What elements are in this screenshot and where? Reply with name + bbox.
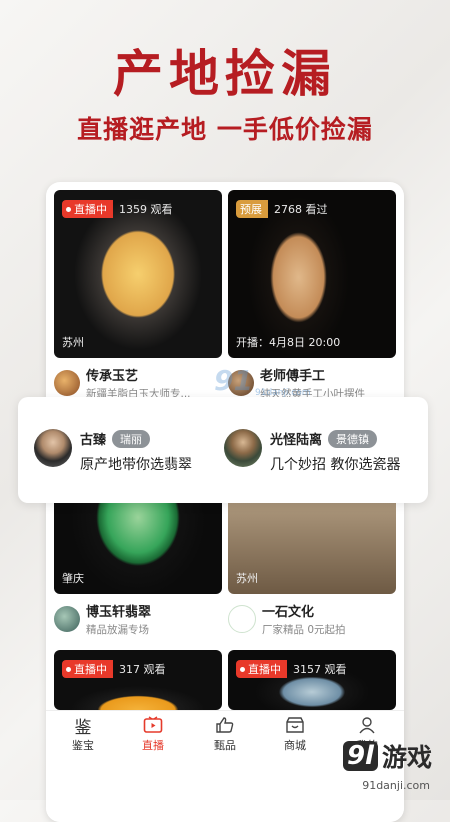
thumbs-up-icon — [196, 715, 254, 735]
nav-item-shop[interactable]: 商城 — [266, 715, 324, 753]
host-name: 光怪陆离 — [270, 433, 323, 448]
corner-logo: 9l 游戏 — [342, 738, 432, 774]
watermark-site: 91danji.com — [255, 388, 311, 398]
live-tv-icon — [124, 715, 182, 735]
live-badge: 直播中 3157 观看 — [236, 660, 353, 678]
start-time: 开播：4月8日 20:00 — [236, 336, 341, 349]
watermark-mark: 91 — [214, 364, 253, 397]
nav-item-zhenpin[interactable]: 甄品 — [196, 715, 254, 753]
preview-badge: 预展 2768 看过 — [236, 200, 334, 218]
shop-name: 传承玉艺 — [86, 369, 139, 384]
host-recommendation-panel: 古臻 瑞丽 原产地带你选翡翠 光怪陆离 景德镇 几个妙招 教你选瓷器 — [18, 397, 428, 503]
live-card[interactable]: 直播中 317 观看 — [54, 650, 222, 710]
hero-title: 产地捡漏 — [113, 44, 337, 103]
jianbao-icon: 鉴 — [74, 717, 92, 738]
host-avatar — [34, 429, 72, 467]
host-desc: 原产地带你选翡翠 — [80, 457, 192, 473]
host-desc: 几个妙招 教你选瓷器 — [270, 457, 401, 473]
view-count: 3157 — [293, 663, 321, 676]
card-image: 直播中 317 观看 — [54, 650, 222, 710]
view-count: 2768 — [274, 203, 302, 216]
nav-item-jianbao[interactable]: 鉴 鉴宝 — [54, 715, 112, 753]
card-image: 预展 2768 看过 开播：4月8日 20:00 — [228, 190, 396, 358]
nav-item-live[interactable]: 直播 — [124, 715, 182, 753]
view-count: 317 — [119, 663, 140, 676]
avatar — [54, 370, 80, 396]
avatar — [54, 606, 80, 632]
logo-site: 91danji.com — [362, 779, 430, 792]
live-badge: 直播中 317 观看 — [62, 660, 172, 678]
logo-mark: 9l — [342, 741, 378, 771]
shop-name: 博玉轩翡翠 — [86, 605, 152, 620]
shop-name: 老师傅手工 — [260, 369, 326, 384]
hero-subtitle: 直播逛产地 一手低价捡漏 — [77, 115, 373, 144]
card-image: 直播中 3157 观看 — [228, 650, 396, 710]
host-avatar — [224, 429, 262, 467]
host-location-tag: 瑞丽 — [112, 429, 151, 448]
host-item[interactable]: 古臻 瑞丽 原产地带你选翡翠 — [34, 429, 192, 474]
shop-name: 一石文化 — [262, 605, 315, 620]
host-location-tag: 景德镇 — [328, 429, 378, 448]
card-image: 直播中 1359 观看 苏州 — [54, 190, 222, 358]
location-label: 肇庆 — [62, 572, 84, 585]
host-name: 古臻 — [80, 433, 107, 448]
user-icon — [338, 715, 396, 735]
avatar — [228, 605, 256, 633]
shop-desc: 精品放漏专场 — [86, 624, 149, 636]
view-count: 1359 — [119, 203, 147, 216]
live-card[interactable]: 直播中 3157 观看 — [228, 650, 396, 710]
live-card[interactable]: 直播中 1359 观看 苏州 传承玉艺 新疆羊脂白玉大师专... — [54, 190, 222, 402]
live-badge: 直播中 1359 观看 — [62, 200, 179, 218]
location-label: 苏州 — [62, 336, 84, 349]
shop-desc: 厂家精品 0元起拍 — [262, 624, 346, 636]
location-label: 苏州 — [236, 572, 258, 585]
logo-brand: 游戏 — [381, 743, 432, 772]
host-item[interactable]: 光怪陆离 景德镇 几个妙招 教你选瓷器 — [224, 429, 400, 474]
preview-card[interactable]: 预展 2768 看过 开播：4月8日 20:00 老师傅手工 纯天然黄手工小叶摆… — [228, 190, 396, 402]
shop-icon — [266, 715, 324, 735]
